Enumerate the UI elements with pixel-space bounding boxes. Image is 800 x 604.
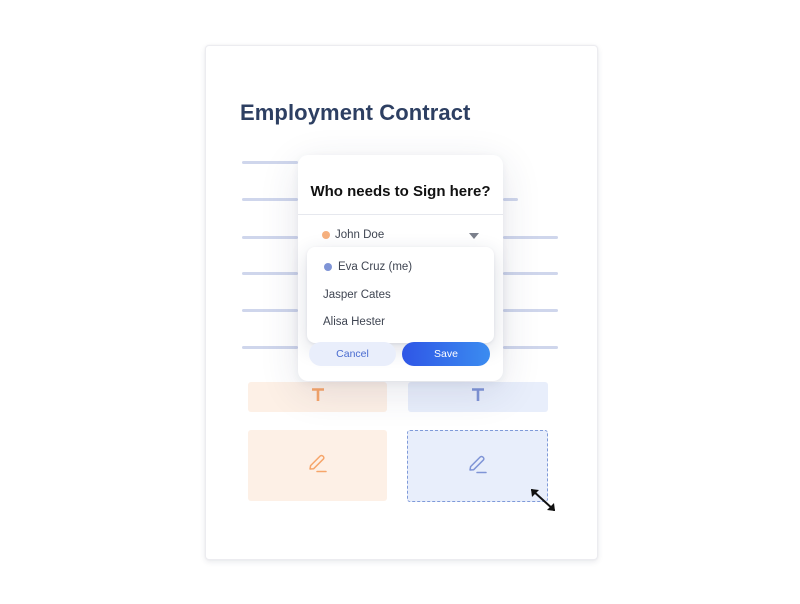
text-line bbox=[503, 309, 558, 312]
text-line bbox=[242, 272, 298, 275]
text-line bbox=[503, 346, 558, 349]
signer-option-label: Eva Cruz (me) bbox=[338, 261, 413, 273]
text-line bbox=[242, 198, 298, 201]
text-field-blue[interactable] bbox=[408, 382, 548, 412]
signer-color-dot bbox=[324, 263, 332, 271]
pen-signature-icon bbox=[307, 452, 329, 479]
resize-diagonal-icon[interactable] bbox=[528, 486, 558, 514]
signer-select[interactable]: John Doe bbox=[298, 221, 503, 249]
selected-signer-label: John Doe bbox=[335, 229, 385, 241]
text-line bbox=[242, 236, 298, 239]
pen-signature-icon bbox=[467, 453, 489, 480]
text-line bbox=[242, 161, 298, 164]
chevron-down-icon[interactable] bbox=[469, 233, 479, 239]
dialog-title: Who needs to Sign here? bbox=[310, 183, 491, 200]
signer-option-label: Alisa Hester bbox=[323, 316, 385, 328]
document-title: Employment Contract bbox=[240, 100, 471, 125]
text-line bbox=[503, 272, 558, 275]
text-line bbox=[242, 346, 298, 349]
text-line bbox=[503, 236, 558, 239]
cancel-button[interactable]: Cancel bbox=[309, 342, 396, 366]
text-line bbox=[503, 198, 518, 201]
text-T-icon bbox=[470, 387, 486, 408]
text-field-orange[interactable] bbox=[248, 382, 387, 412]
save-button[interactable]: Save bbox=[402, 342, 490, 366]
text-T-icon bbox=[310, 387, 326, 408]
signer-option[interactable]: Alisa Hester bbox=[307, 310, 494, 334]
signer-dropdown-list: Eva Cruz (me) Jasper Cates Alisa Hester bbox=[307, 247, 494, 343]
signature-field-orange[interactable] bbox=[248, 430, 387, 501]
signer-option[interactable]: Eva Cruz (me) bbox=[307, 255, 494, 279]
signer-option[interactable]: Jasper Cates bbox=[307, 283, 494, 307]
divider bbox=[298, 214, 503, 215]
text-line bbox=[242, 309, 298, 312]
signer-option-label: Jasper Cates bbox=[323, 289, 391, 301]
signature-field-blue-selected[interactable] bbox=[407, 430, 548, 502]
signer-color-dot bbox=[322, 231, 330, 239]
